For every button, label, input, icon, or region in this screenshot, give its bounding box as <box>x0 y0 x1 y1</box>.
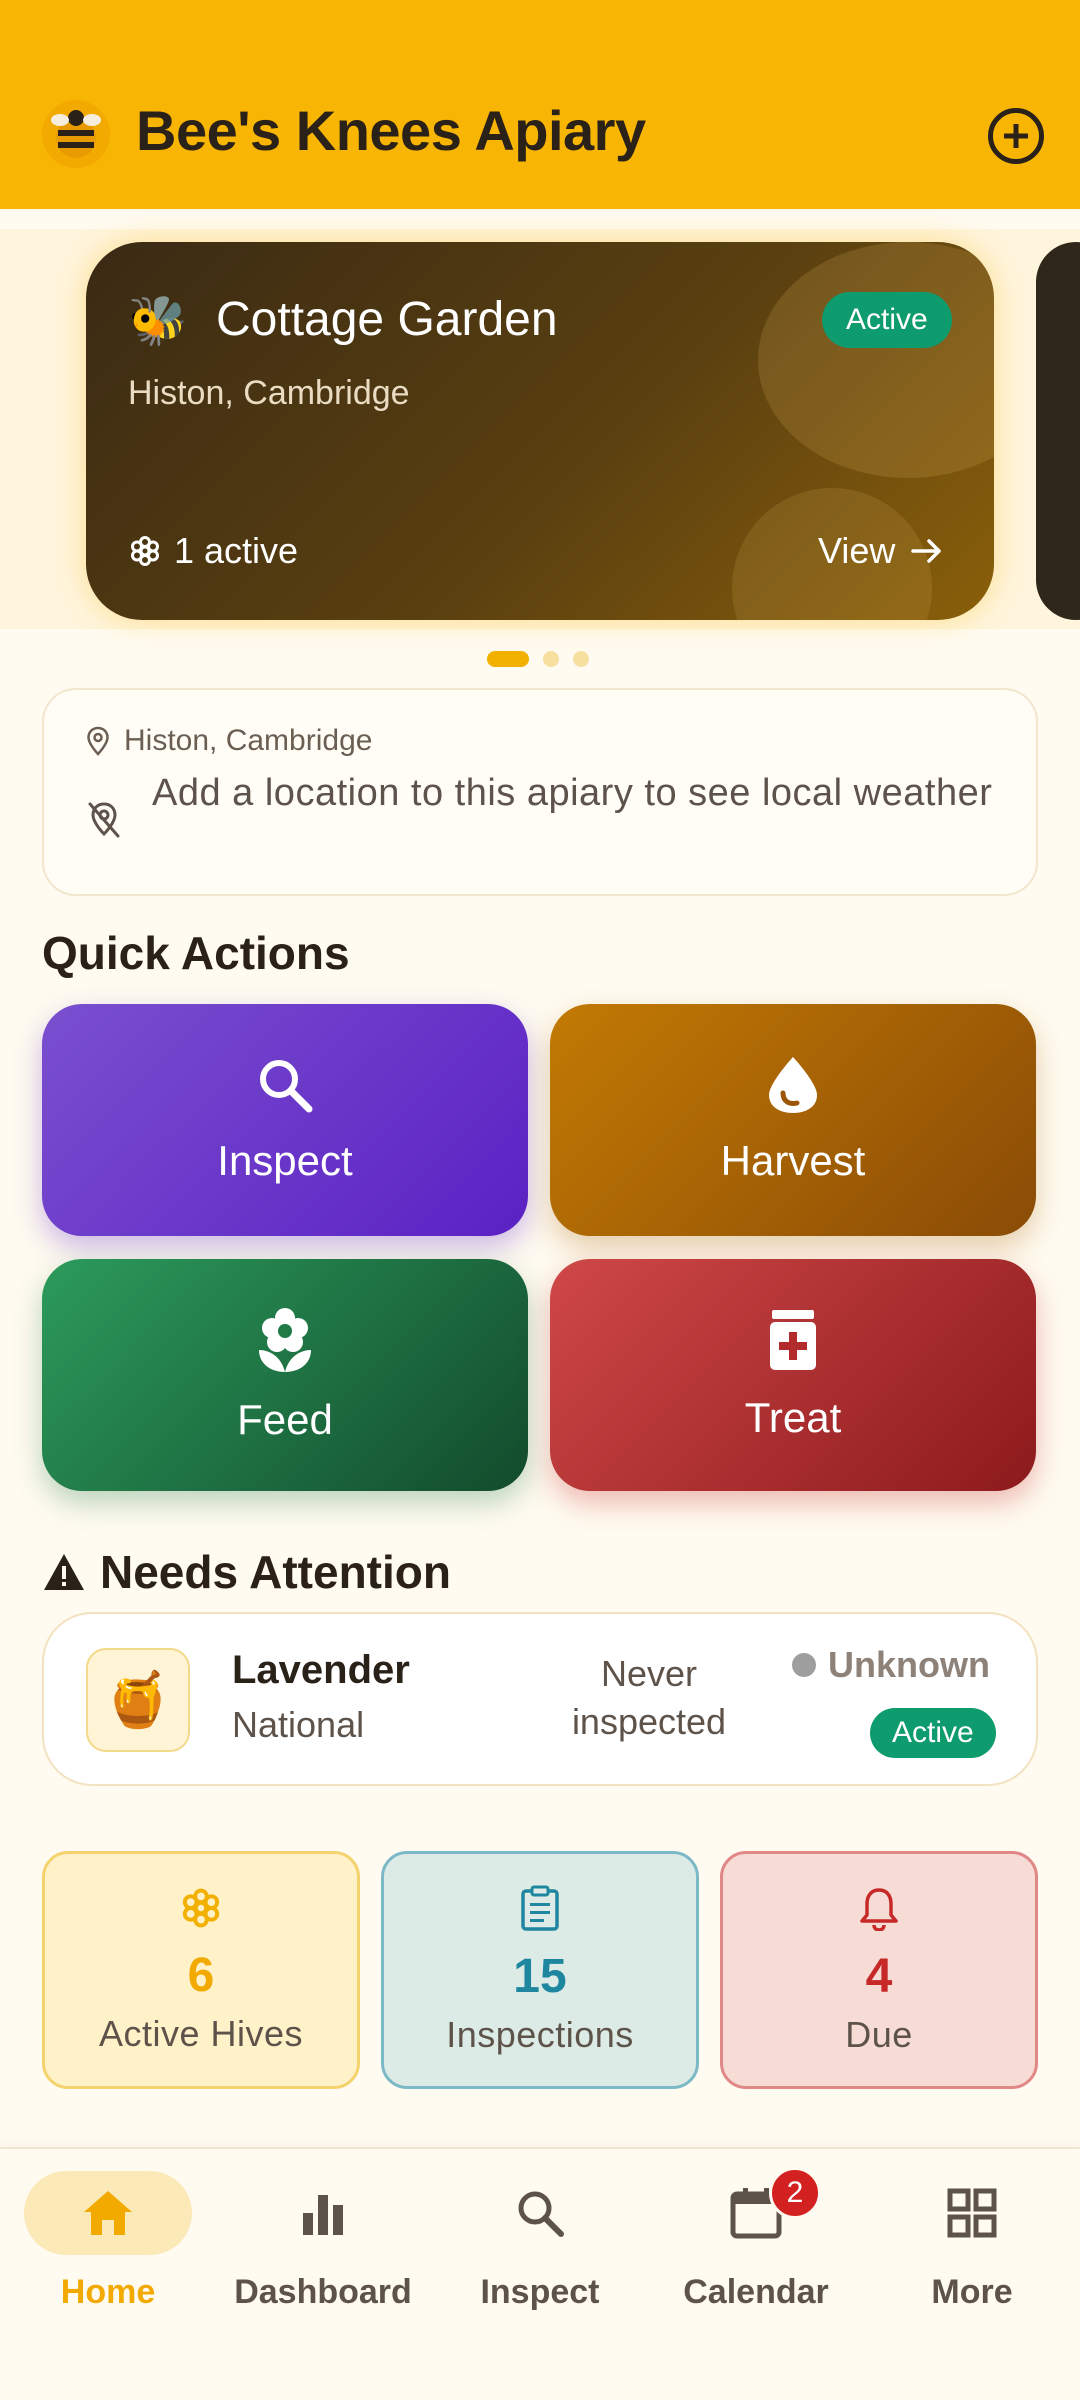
status-badge: Active <box>822 292 952 348</box>
decorative-circle <box>758 242 994 478</box>
honey-drop-icon <box>769 1057 817 1113</box>
app-bar: Bee's Knees Apiary <box>0 0 1080 209</box>
needs-attention-heading: Needs Attention <box>42 1545 451 1599</box>
plus-icon <box>1004 124 1028 148</box>
inspect-action-label: Inspect <box>217 1137 353 1184</box>
calendar-icon: 2 <box>729 2167 821 2255</box>
hive-icon <box>131 536 159 566</box>
carousel-dot[interactable] <box>573 651 589 667</box>
nav-inspect-label: Inspect <box>480 2273 600 2311</box>
hive-status-badge: Active <box>870 1708 996 1758</box>
carousel-dots <box>487 651 589 667</box>
last-inspection: Never inspected <box>571 1653 727 1742</box>
search-icon <box>260 1060 313 1113</box>
location-off-icon <box>86 800 122 845</box>
view-label: View <box>818 530 896 571</box>
arrow-right-icon <box>911 539 942 563</box>
clipboard-icon <box>521 1885 559 1931</box>
feed-action-label: Feed <box>237 1396 333 1443</box>
weather-message: Add a location to this apiary to see loc… <box>152 772 993 814</box>
nav-home[interactable]: Home <box>8 2171 208 2312</box>
grid-icon <box>947 2171 997 2255</box>
carousel-dot[interactable] <box>543 651 559 667</box>
harvest-action-label: Harvest <box>720 1137 866 1184</box>
view-apiary-link[interactable]: View <box>818 530 943 572</box>
harvest-action-button[interactable]: Harvest <box>550 1004 1036 1236</box>
active-hives-label: Active Hives <box>98 2012 304 2054</box>
hive-count-label: 1 active <box>174 530 299 571</box>
due-stat[interactable]: 4 Due <box>720 1851 1038 2089</box>
weather-location: Histon, Cambridge <box>86 724 372 758</box>
feed-action-button[interactable]: Feed <box>42 1259 528 1491</box>
calendar-notification-badge: 2 <box>769 2167 821 2219</box>
apiary-card[interactable]: 🐝 Cottage Garden Histon, Cambridge Activ… <box>86 242 994 620</box>
weather-card: Histon, Cambridge Add a location to this… <box>42 688 1038 896</box>
nav-calendar-label: Calendar <box>683 2273 829 2311</box>
bee-icon: 🐝 <box>128 295 188 348</box>
inspect-action-button[interactable]: Inspect <box>42 1004 528 1236</box>
bell-icon <box>860 1887 898 1931</box>
nav-dashboard-label: Dashboard <box>234 2273 412 2311</box>
hive-name: Lavender <box>232 1648 410 1692</box>
flower-icon <box>259 1308 311 1372</box>
nav-calendar[interactable]: 2 Calendar <box>656 2167 856 2312</box>
next-apiary-card[interactable] <box>1036 242 1080 620</box>
add-apiary-button[interactable] <box>988 108 1044 164</box>
treat-action-button[interactable]: Treat <box>550 1259 1036 1491</box>
carousel-dot-active[interactable] <box>487 651 529 667</box>
treat-action-label: Treat <box>744 1394 842 1441</box>
health-status: Unknown <box>792 1644 990 1686</box>
active-hives-value: 6 <box>187 1948 215 2002</box>
apiary-name: Cottage Garden <box>216 293 558 346</box>
needs-attention-title: Needs Attention <box>100 1546 451 1598</box>
hive-type: National <box>232 1704 365 1745</box>
warning-icon <box>44 1554 84 1590</box>
active-hives-stat[interactable]: 6 Active Hives <box>42 1851 360 2089</box>
nav-home-label: Home <box>60 2273 156 2311</box>
honey-pot-icon: 🍯 <box>86 1648 190 1752</box>
quick-actions-title: Quick Actions <box>42 927 350 979</box>
app-title: Bee's Knees Apiary <box>136 99 646 162</box>
weather-location-label: Histon, Cambridge <box>124 724 373 757</box>
map-pin-icon <box>87 726 109 756</box>
hive-count: 1 active <box>128 530 298 572</box>
nav-more-label: More <box>931 2273 1013 2311</box>
search-icon <box>515 2171 565 2255</box>
home-icon <box>24 2171 192 2255</box>
apiary-location: Histon, Cambridge <box>128 374 410 412</box>
nav-dashboard[interactable]: Dashboard <box>223 2171 423 2312</box>
inspections-label: Inspections <box>446 2013 634 2055</box>
hive-icon <box>182 1888 220 1927</box>
attention-hive-card[interactable]: 🍯 Lavender National Never inspected Unkn… <box>42 1612 1038 1786</box>
due-label: Due <box>845 2013 913 2055</box>
status-dot-icon <box>792 1653 816 1677</box>
nav-more[interactable]: More <box>872 2171 1072 2312</box>
bee-logo-icon <box>42 100 110 168</box>
bar-chart-icon <box>299 2171 347 2255</box>
nav-inspect[interactable]: Inspect <box>440 2171 640 2312</box>
bottom-navigation: Home Dashboard Inspect 2 Calendar More <box>0 2147 1080 2400</box>
medication-icon <box>770 1310 816 1370</box>
due-value: 4 <box>865 1949 893 2003</box>
inspections-value: 15 <box>513 1949 567 2003</box>
inspections-stat[interactable]: 15 Inspections <box>381 1851 699 2089</box>
health-status-label: Unknown <box>828 1644 990 1685</box>
